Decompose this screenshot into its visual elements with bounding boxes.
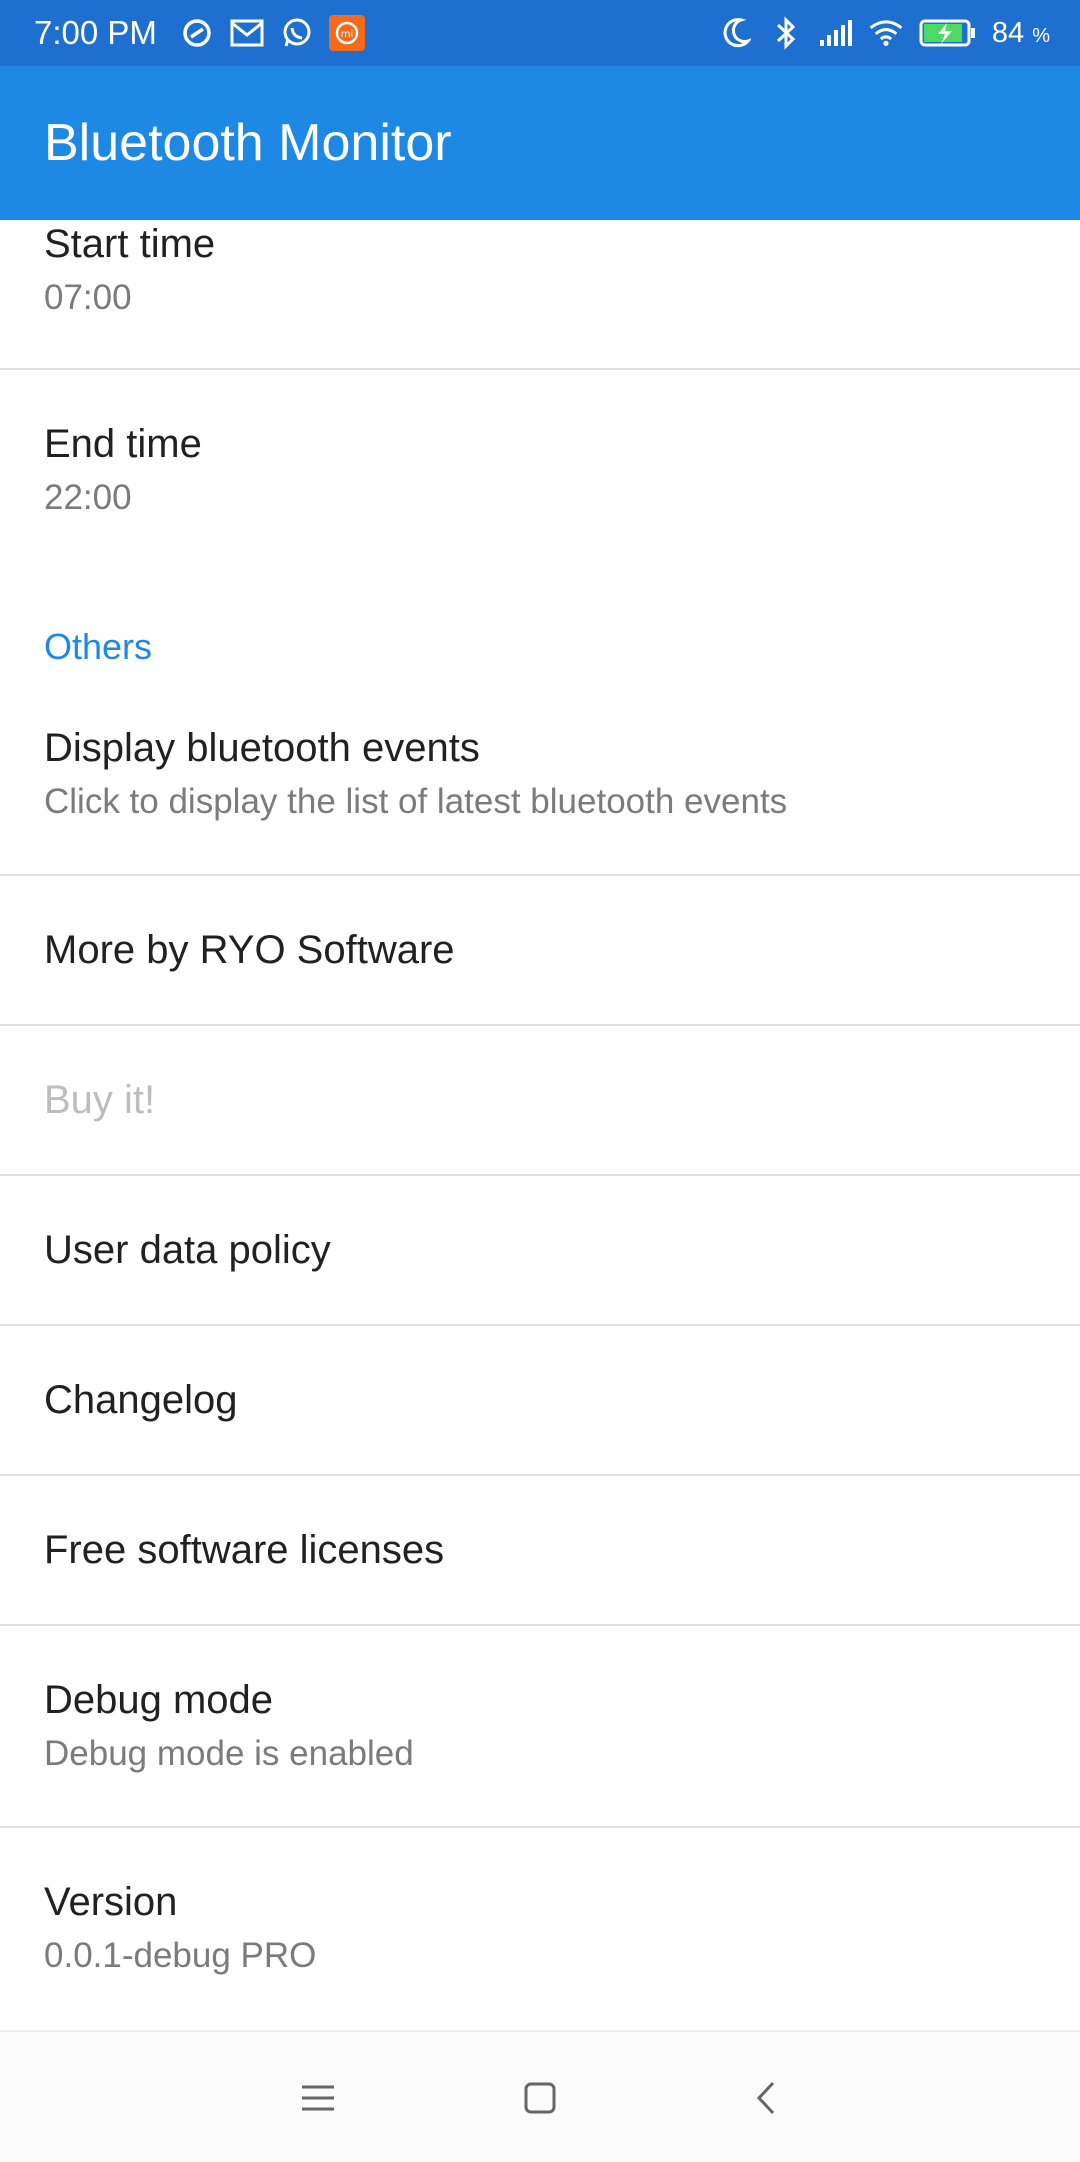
pref-debug-mode[interactable]: Debug mode Debug mode is enabled <box>0 1628 1080 1828</box>
pref-debug-mode-summary: Debug mode is enabled <box>44 1734 414 1773</box>
battery-percent: 84 % <box>991 16 1050 49</box>
pref-buy-it-title: Buy it! <box>44 1078 156 1122</box>
mi-store-icon: mi <box>328 15 365 51</box>
pref-end-time-title: End time <box>44 422 202 466</box>
pref-debug-mode-title: Debug mode <box>44 1678 274 1722</box>
app-title: Bluetooth Monitor <box>44 114 452 172</box>
pref-licenses-title: Free software licenses <box>44 1528 445 1572</box>
pref-start-time-title: Start time <box>44 222 216 266</box>
pref-more-by-title: More by RYO Software <box>44 928 455 972</box>
svg-text:mi: mi <box>341 29 354 40</box>
pref-buy-it: Buy it! <box>0 1028 1080 1176</box>
status-bar-left: 7:00 PM mi <box>34 14 365 52</box>
battery-charging-icon <box>918 15 978 51</box>
app-bar: Bluetooth Monitor <box>0 66 1080 220</box>
gmail-icon <box>229 15 265 51</box>
status-time: 7:00 PM <box>34 14 157 51</box>
whatsapp-icon <box>279 15 315 51</box>
pref-version[interactable]: Version 0.0.1-debug PRO <box>0 1830 1080 2028</box>
signal-icon <box>818 15 854 51</box>
navigation-bar <box>0 2030 1080 2162</box>
pref-user-data-policy-title: User data policy <box>44 1228 331 1272</box>
back-icon[interactable] <box>736 2068 796 2128</box>
pref-display-events-summary: Click to display the list of latest blue… <box>44 782 788 821</box>
pref-free-software-licenses[interactable]: Free software licenses <box>0 1478 1080 1626</box>
vpn-icon <box>179 15 215 51</box>
home-icon[interactable] <box>510 2068 570 2128</box>
bluetooth-icon <box>768 15 804 51</box>
pref-changelog[interactable]: Changelog <box>0 1328 1080 1476</box>
status-bar-right: 84 % <box>718 15 1050 51</box>
do-not-disturb-moon-icon <box>718 15 754 51</box>
pref-start-time[interactable]: Start time 07:00 <box>0 220 1080 370</box>
pref-end-time-value: 22:00 <box>44 478 132 517</box>
pref-end-time[interactable]: End time 22:00 <box>0 372 1080 562</box>
category-others: Others <box>44 626 153 667</box>
pref-user-data-policy[interactable]: User data policy <box>0 1178 1080 1326</box>
pref-display-bluetooth-events[interactable]: Display bluetooth events Click to displa… <box>0 700 1080 876</box>
pref-version-title: Version <box>44 1880 178 1924</box>
status-bar: 7:00 PM mi 84 % <box>0 0 1080 66</box>
pref-more-by-ryo[interactable]: More by RYO Software <box>0 878 1080 1026</box>
menu-icon[interactable] <box>288 2068 348 2128</box>
pref-display-events-title: Display bluetooth events <box>44 726 480 770</box>
pref-version-summary: 0.0.1-debug PRO <box>44 1936 317 1975</box>
wifi-icon <box>868 15 904 51</box>
pref-changelog-title: Changelog <box>44 1378 238 1422</box>
pref-start-time-value: 07:00 <box>44 278 132 317</box>
